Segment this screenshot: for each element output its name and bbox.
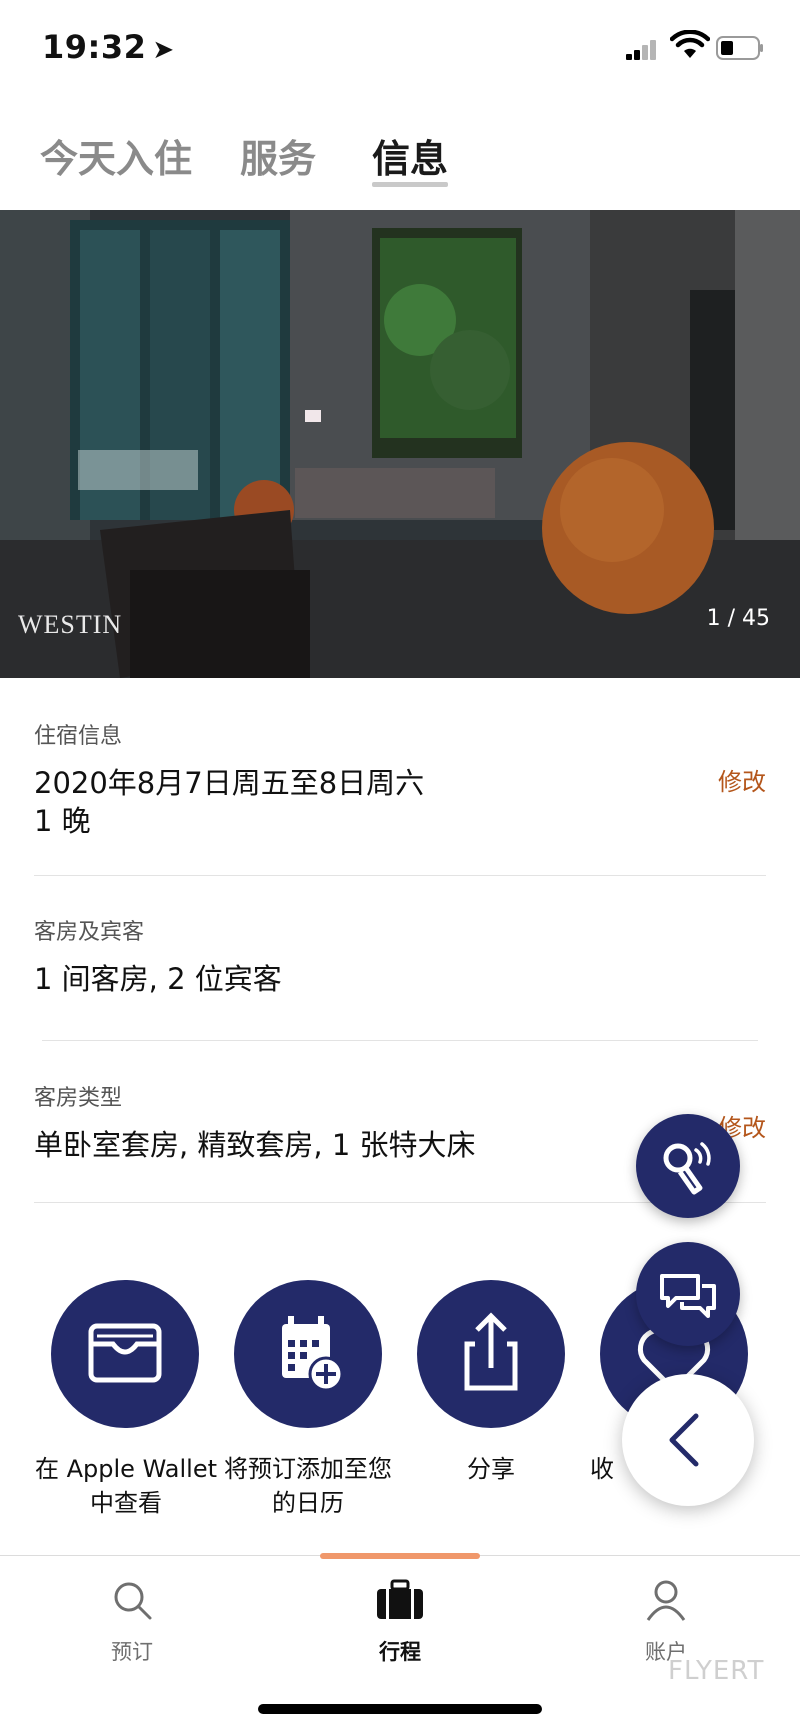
rooms-guests-section: 客房及宾客 1 间客房, 2 位宾客 <box>34 914 766 996</box>
share-button[interactable] <box>417 1280 565 1428</box>
home-indicator <box>258 1704 542 1714</box>
chat-button[interactable] <box>636 1242 740 1346</box>
share-icon <box>464 1312 518 1391</box>
briefcase-icon <box>377 1579 423 1619</box>
wallet-icon <box>88 1323 162 1383</box>
tab-info[interactable]: 信息 <box>372 128 448 183</box>
back-button[interactable] <box>622 1374 754 1506</box>
location-arrow-icon: ➤ <box>152 35 175 65</box>
mobile-key-button[interactable] <box>636 1114 740 1218</box>
add-to-calendar-label: 将预订添加至您 的日历 <box>224 1455 392 1517</box>
nav-label-book: 预订 <box>111 1640 153 1664</box>
watermark: FLYERT <box>668 1656 765 1686</box>
nav-label-trips: 行程 <box>379 1640 421 1664</box>
calendar-add-icon <box>282 1316 344 1392</box>
nav-active-indicator <box>320 1553 480 1559</box>
apple-wallet-button[interactable] <box>51 1280 199 1428</box>
chat-icon <box>660 1274 716 1318</box>
westin-logo: WESTIN <box>18 610 123 639</box>
status-bar: 19:32 ➤ <box>0 0 800 100</box>
cellular-signal-icon <box>626 38 664 60</box>
stay-info-section: 住宿信息 2020年8月7日周五至8日周六 1 晚 修改 <box>34 718 766 838</box>
share-label: 分享 <box>467 1455 515 1483</box>
mobile-key-icon <box>663 1142 711 1195</box>
stay-info-label: 住宿信息 <box>34 724 123 749</box>
status-time: 19:32 ➤ <box>42 28 175 66</box>
rooms-guests-label: 客房及宾客 <box>34 920 145 945</box>
divider <box>34 875 766 876</box>
add-to-calendar-button[interactable] <box>234 1280 382 1428</box>
divider <box>42 1040 758 1041</box>
favorite-label: 收 <box>590 1455 614 1483</box>
search-icon <box>114 1582 152 1620</box>
back-icon <box>669 1413 699 1467</box>
photo-counter: 1 / 45 <box>706 606 770 631</box>
nav-item-account[interactable]: 账户 <box>596 1578 736 1666</box>
user-icon <box>646 1580 686 1621</box>
tab-services[interactable]: 服务 <box>240 128 316 183</box>
nav-item-trips[interactable]: 行程 <box>330 1578 470 1666</box>
lobby-photo <box>0 210 800 678</box>
nav-item-book[interactable]: 预订 <box>62 1578 202 1666</box>
tab-check-in-today[interactable]: 今天入住 <box>40 128 192 183</box>
rooms-guests-value: 1 间客房, 2 位宾客 <box>34 962 282 996</box>
battery-icon <box>716 36 763 60</box>
stay-nights: 1 晚 <box>34 804 91 838</box>
edit-stay-link[interactable]: 修改 <box>718 762 766 797</box>
apple-wallet-label: 在 Apple Wallet 中查看 <box>35 1455 217 1517</box>
top-tabs: 今天入住 服务 信息 <box>0 120 800 210</box>
stay-dates: 2020年8月7日周五至8日周六 <box>34 766 425 800</box>
tab-active-indicator <box>372 182 448 187</box>
wifi-icon <box>670 30 710 58</box>
room-type-label: 客房类型 <box>34 1086 123 1111</box>
hotel-photo-carousel[interactable]: WESTIN 1 / 45 <box>0 210 800 678</box>
